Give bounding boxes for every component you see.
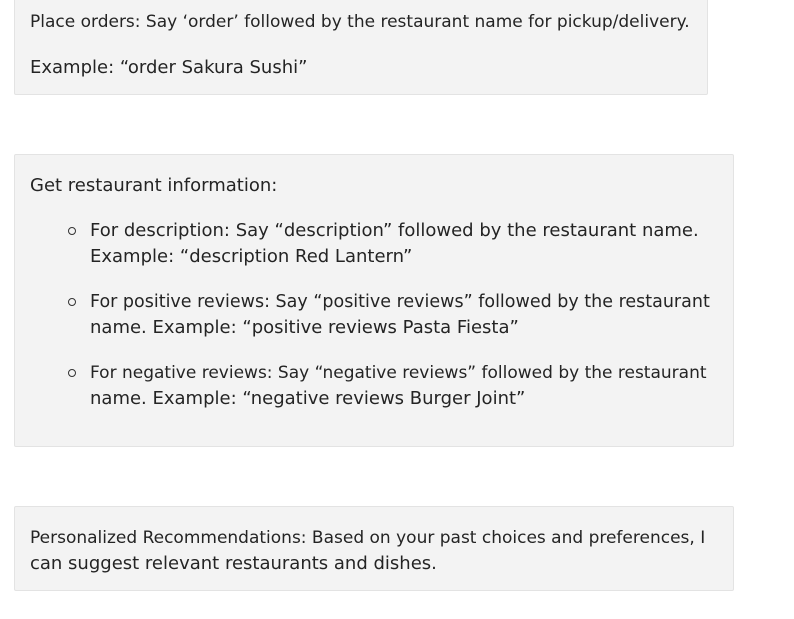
- restaurant-info-heading: Get restaurant information:: [30, 175, 278, 196]
- hollow-bullet-icon: [68, 369, 76, 377]
- list-item-negative-reviews: For negative reviews: Say “negative revi…: [68, 360, 718, 412]
- restaurant-info-card: Get restaurant information: For descript…: [14, 154, 734, 447]
- list-item-text: name. Example: “negative reviews Burger …: [90, 388, 526, 409]
- recommendations-text-line: can suggest relevant restaurants and dis…: [30, 553, 437, 574]
- hollow-bullet-icon: [68, 227, 76, 235]
- list-item-text: For positive reviews: Say “positive revi…: [90, 292, 710, 312]
- list-item-text: For description: Say “description” follo…: [90, 220, 699, 241]
- recommendations-text-line: Personalized Recommendations: Based on y…: [30, 528, 706, 548]
- list-item-positive-reviews: For positive reviews: Say “positive revi…: [68, 289, 718, 341]
- list-item-text: For negative reviews: Say “negative revi…: [90, 363, 707, 383]
- hollow-bullet-icon: [68, 298, 76, 306]
- place-orders-text: Place orders: Say ‘order’ followed by th…: [30, 12, 690, 32]
- list-item-description: For description: Say “description” follo…: [68, 218, 718, 270]
- place-orders-example: Example: “order Sakura Sushi”: [30, 57, 308, 78]
- restaurant-info-list: For description: Say “description” follo…: [30, 218, 718, 412]
- list-item-text: name. Example: “positive reviews Pasta F…: [90, 317, 519, 338]
- recommendations-card: Personalized Recommendations: Based on y…: [14, 506, 734, 591]
- list-item-text: Example: “description Red Lantern”: [90, 246, 413, 267]
- place-orders-card: Place orders: Say ‘order’ followed by th…: [14, 0, 708, 95]
